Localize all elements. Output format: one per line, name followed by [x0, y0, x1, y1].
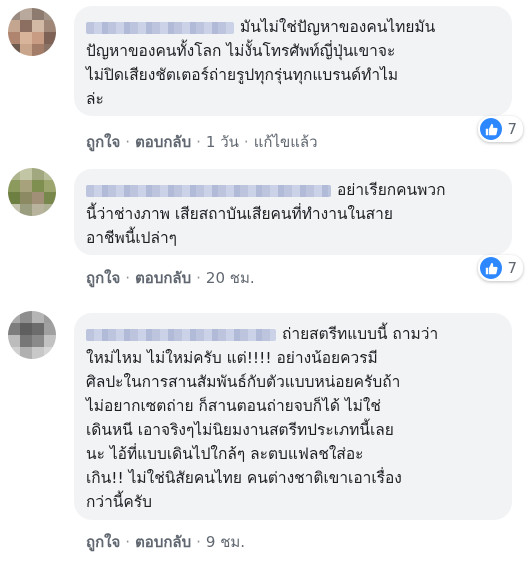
timestamp[interactable]: 9 ชม.: [206, 533, 245, 551]
reply-link[interactable]: ตอบกลับ: [135, 269, 191, 287]
comment-text-line: ปัญหาของคนทั้งโลก ไม่งั้นโทรศัพท์ญี่ปุ่น…: [86, 42, 396, 60]
comment-actions: ถูกใจ · ตอบกลับ · 20 ชม.: [86, 269, 255, 287]
comment-bubble: อย่าเรียกคนพวก นี้ว่าช่างภาพ เสียสถาบันเ…: [74, 169, 512, 255]
timestamp[interactable]: 1 วัน: [206, 133, 239, 151]
comment-text-line: เกิน!! ไม่ใช่นิสัยคนไทย คนต่างชาติเขาเอา…: [86, 469, 402, 487]
blurred-author-name[interactable]: [86, 21, 234, 34]
like-icon: [480, 257, 503, 279]
reaction-badge[interactable]: 7: [478, 255, 523, 281]
reaction-badge[interactable]: 7: [478, 116, 523, 142]
reply-link[interactable]: ตอบกลับ: [135, 533, 191, 551]
comment-bubble: มันไม่ใช่ปัญหาของคนไทยมัน ปัญหาของคนทั้ง…: [74, 6, 512, 116]
comment-text-line: เดินหนี เอาจริงๆไม่นิยมงานสตรีทประเภทนี้…: [86, 421, 394, 439]
comment-bubble: ถ่ายสตรีทแบบนี้ ถามว่า ใหม่ไหม ไม่ใหม่คร…: [74, 313, 512, 520]
avatar[interactable]: [8, 8, 56, 56]
comment-text-line: ใหม่ไหม ไม่ใหม่ครับ แต่!!!! อย่างน้อยควร…: [86, 349, 378, 367]
blurred-author-name[interactable]: [86, 328, 276, 341]
like-link[interactable]: ถูกใจ: [86, 133, 120, 151]
comment-text-line: มันไม่ใช่ปัญหาของคนไทยมัน: [86, 15, 500, 39]
avatar[interactable]: [8, 311, 56, 359]
comment-text-line: ถ่ายสตรีทแบบนี้ ถามว่า: [86, 322, 500, 346]
edited-label[interactable]: แก้ไขแล้ว: [254, 133, 318, 151]
comment-text-line: นี้ว่าช่างภาพ เสียสถาบันเสียคนที่ทำงานใน…: [86, 205, 393, 223]
avatar[interactable]: [8, 168, 56, 216]
comment-actions: ถูกใจ · ตอบกลับ · 1 วัน · แก้ไขแล้ว: [86, 133, 318, 151]
comment-text-line: อย่าเรียกคนพวก: [86, 178, 500, 202]
reply-link[interactable]: ตอบกลับ: [135, 133, 191, 151]
like-link[interactable]: ถูกใจ: [86, 269, 120, 287]
comment-text-line: ล่ะ: [86, 90, 104, 108]
blurred-author-name[interactable]: [86, 184, 331, 197]
like-link[interactable]: ถูกใจ: [86, 533, 120, 551]
comment-text-line: กว่านี้ครับ: [86, 493, 152, 511]
comment-text-line: ไม่อยากเซตถ่าย ก็สานตอนถ่ายจบก็ได้ ไม่ใช…: [86, 397, 381, 415]
comment-text-line: นะ ไอ้ที่แบบเดินไปใกล้ๆ ละตบแฟลชใส่อะ: [86, 445, 364, 463]
timestamp[interactable]: 20 ชม.: [206, 269, 255, 287]
like-icon: [480, 118, 503, 140]
comment-actions: ถูกใจ · ตอบกลับ · 9 ชม.: [86, 533, 246, 551]
comment-text-line: ไม่ปิดเสียงชัตเตอร์ถ่ายรูปทุกรุ่นทุกแบรน…: [86, 66, 399, 84]
reaction-count: 7: [507, 120, 517, 138]
reaction-count: 7: [507, 259, 517, 277]
comment-text-line: อาชีพนี้เปล่าๆ: [86, 229, 178, 247]
comment-text-line: ศิลปะในการสานสัมพันธ์กับตัวแบบหน่อยครับถ…: [86, 373, 401, 391]
